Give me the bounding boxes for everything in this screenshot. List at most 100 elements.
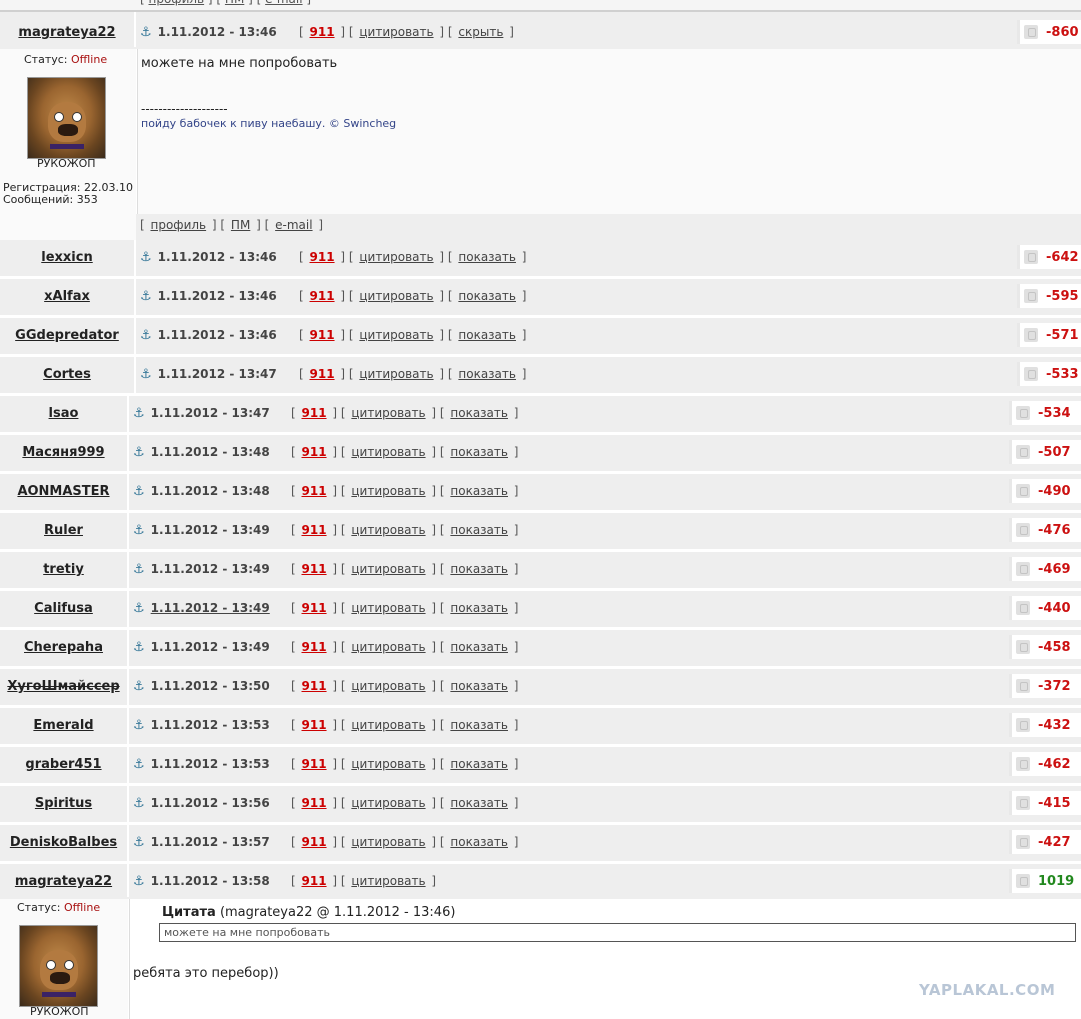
username-link[interactable]: magrateya22 xyxy=(0,874,127,889)
quote-link[interactable]: цитировать xyxy=(359,367,433,381)
show-link[interactable]: показать xyxy=(450,757,508,771)
report-911-link[interactable]: 911 xyxy=(302,718,327,732)
show-link[interactable]: показать xyxy=(450,523,508,537)
report-911-link[interactable]: 911 xyxy=(302,640,327,654)
username-link[interactable]: graber451 xyxy=(0,757,127,772)
anchor-icon[interactable]: ⚓ xyxy=(133,718,145,733)
show-link[interactable]: показать xyxy=(458,289,516,303)
anchor-icon[interactable]: ⚓ xyxy=(133,835,145,850)
show-link[interactable]: показать xyxy=(450,679,508,693)
username-link[interactable]: ХугоШмайссер xyxy=(0,679,127,694)
report-911-link[interactable]: 911 xyxy=(302,757,327,771)
username-link[interactable]: Califusa xyxy=(0,601,127,616)
quote-link[interactable]: цитировать xyxy=(351,601,425,615)
anchor-icon[interactable]: ⚓ xyxy=(133,562,145,577)
report-911-link[interactable]: 911 xyxy=(310,328,335,342)
rating-vote-icon[interactable] xyxy=(1016,484,1030,498)
username-link[interactable]: tretiy xyxy=(0,562,127,577)
username-link[interactable]: Cortes xyxy=(0,367,134,382)
rating-vote-icon[interactable] xyxy=(1016,523,1030,537)
quote-link[interactable]: цитировать xyxy=(351,406,425,420)
quote-link[interactable]: цитировать xyxy=(351,874,425,888)
quote-link[interactable]: цитировать xyxy=(351,523,425,537)
quote-link[interactable]: цитировать xyxy=(351,484,425,498)
username-link[interactable]: lexxicn xyxy=(0,250,134,265)
rating-vote-icon[interactable] xyxy=(1024,25,1038,39)
pm-link[interactable]: ПМ xyxy=(231,218,250,232)
anchor-icon[interactable]: ⚓ xyxy=(140,25,152,40)
anchor-icon[interactable]: ⚓ xyxy=(133,523,145,538)
username-link[interactable]: Ruler xyxy=(0,523,127,538)
username-link[interactable]: GGdepredator xyxy=(0,328,134,343)
show-link[interactable]: показать xyxy=(458,367,516,381)
rating-vote-icon[interactable] xyxy=(1016,406,1030,420)
anchor-icon[interactable]: ⚓ xyxy=(140,289,152,304)
show-link[interactable]: показать xyxy=(450,484,508,498)
email-link[interactable]: e-mail xyxy=(265,0,302,6)
rating-vote-icon[interactable] xyxy=(1016,601,1030,615)
quote-link[interactable]: цитировать xyxy=(351,445,425,459)
username-link[interactable]: magrateya22 xyxy=(0,25,134,40)
quote-link[interactable]: цитировать xyxy=(351,757,425,771)
username-link[interactable]: DeniskoBalbes xyxy=(0,835,127,850)
rating-vote-icon[interactable] xyxy=(1016,796,1030,810)
anchor-icon[interactable]: ⚓ xyxy=(140,250,152,265)
anchor-icon[interactable]: ⚓ xyxy=(133,445,145,460)
show-link[interactable]: показать xyxy=(450,445,508,459)
quote-link[interactable]: цитировать xyxy=(351,718,425,732)
report-911-link[interactable]: 911 xyxy=(302,601,327,615)
quote-link[interactable]: цитировать xyxy=(359,328,433,342)
rating-vote-icon[interactable] xyxy=(1024,367,1038,381)
report-911-link[interactable]: 911 xyxy=(302,679,327,693)
show-link[interactable]: показать xyxy=(458,250,516,264)
rating-vote-icon[interactable] xyxy=(1016,445,1030,459)
username-link[interactable]: Emerald xyxy=(0,718,127,733)
rating-vote-icon[interactable] xyxy=(1024,289,1038,303)
hide-link[interactable]: скрыть xyxy=(458,25,503,39)
rating-vote-icon[interactable] xyxy=(1016,835,1030,849)
username-link[interactable]: Масяня999 xyxy=(0,445,127,460)
rating-vote-icon[interactable] xyxy=(1016,874,1030,888)
username-link[interactable]: Spiritus xyxy=(0,796,127,811)
username-link[interactable]: Cherepaha xyxy=(0,640,127,655)
quote-link[interactable]: цитировать xyxy=(351,679,425,693)
show-link[interactable]: показать xyxy=(450,562,508,576)
show-link[interactable]: показать xyxy=(450,406,508,420)
quote-link[interactable]: цитировать xyxy=(351,835,425,849)
report-911-link[interactable]: 911 xyxy=(302,406,327,420)
anchor-icon[interactable]: ⚓ xyxy=(140,367,152,382)
anchor-icon[interactable]: ⚓ xyxy=(133,640,145,655)
show-link[interactable]: показать xyxy=(450,640,508,654)
report-911-link[interactable]: 911 xyxy=(310,25,335,39)
anchor-icon[interactable]: ⚓ xyxy=(133,679,145,694)
anchor-icon[interactable]: ⚓ xyxy=(133,757,145,772)
report-911-link[interactable]: 911 xyxy=(310,289,335,303)
rating-vote-icon[interactable] xyxy=(1016,718,1030,732)
report-911-link[interactable]: 911 xyxy=(310,367,335,381)
report-911-link[interactable]: 911 xyxy=(302,874,327,888)
report-911-link[interactable]: 911 xyxy=(310,250,335,264)
show-link[interactable]: показать xyxy=(450,796,508,810)
rating-vote-icon[interactable] xyxy=(1016,640,1030,654)
report-911-link[interactable]: 911 xyxy=(302,484,327,498)
anchor-icon[interactable]: ⚓ xyxy=(133,796,145,811)
username-link[interactable]: AONMASTER xyxy=(0,484,127,499)
report-911-link[interactable]: 911 xyxy=(302,445,327,459)
email-link[interactable]: e-mail xyxy=(275,218,312,232)
rating-vote-icon[interactable] xyxy=(1016,757,1030,771)
quote-link[interactable]: цитировать xyxy=(359,250,433,264)
profile-link[interactable]: профиль xyxy=(151,218,207,232)
pm-link[interactable]: ПМ xyxy=(225,0,244,6)
show-link[interactable]: показать xyxy=(450,835,508,849)
show-link[interactable]: показать xyxy=(450,718,508,732)
report-911-link[interactable]: 911 xyxy=(302,796,327,810)
show-link[interactable]: показать xyxy=(450,601,508,615)
rating-vote-icon[interactable] xyxy=(1016,562,1030,576)
report-911-link[interactable]: 911 xyxy=(302,835,327,849)
quote-link[interactable]: цитировать xyxy=(359,289,433,303)
quote-link[interactable]: цитировать xyxy=(351,640,425,654)
username-link[interactable]: xAlfax xyxy=(0,289,134,304)
anchor-icon[interactable]: ⚓ xyxy=(133,601,145,616)
report-911-link[interactable]: 911 xyxy=(302,562,327,576)
anchor-icon[interactable]: ⚓ xyxy=(133,484,145,499)
